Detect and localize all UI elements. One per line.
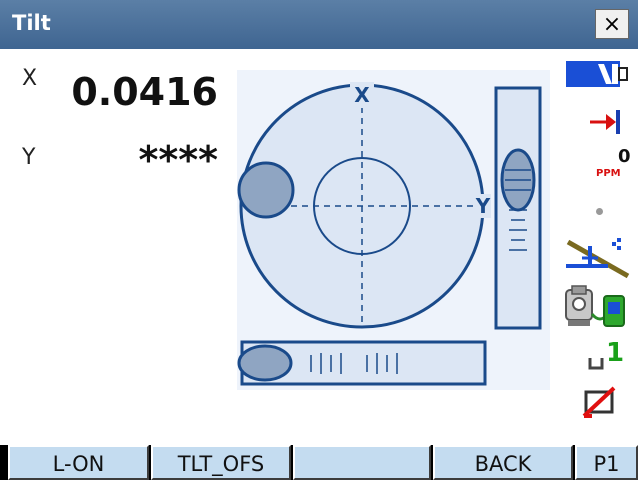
close-button[interactable]: × [595, 9, 629, 39]
softkey-back[interactable]: BACK [433, 445, 573, 480]
tilt-compensation-icon[interactable] [562, 236, 632, 280]
tilt-screen: Tilt × X 0.0416 Y **** X Y 0 PPM 1 L-ON … [0, 0, 638, 480]
circle-x-label: X [354, 83, 370, 107]
horizontal-bubble [237, 344, 293, 382]
x-axis-label: X [22, 66, 38, 91]
no-card-icon[interactable] [582, 386, 618, 420]
softkey-blank[interactable] [293, 445, 431, 480]
target-arrow-icon[interactable] [588, 107, 628, 137]
prism-constant-value: 1 [606, 338, 625, 368]
horizontal-vial [237, 340, 487, 386]
ppm-label: PPM [596, 168, 621, 179]
title-bar: Tilt × [0, 0, 638, 49]
ppm-value: 0 [618, 146, 631, 167]
prism-constant-icon[interactable]: 1 [588, 338, 632, 376]
dot-icon [596, 208, 603, 215]
instrument-connection-icon[interactable] [564, 284, 628, 330]
prism-bracket-icon [588, 358, 604, 370]
softkey-p1[interactable]: P1 [575, 445, 638, 480]
y-tilt-value: **** [138, 138, 219, 182]
close-icon: × [602, 11, 622, 37]
status-bar: 0 PPM 1 [556, 52, 638, 438]
window-title: Tilt [12, 11, 51, 35]
softkey-tlt-ofs[interactable]: TLT_OFS [151, 445, 291, 480]
softkey-l-on[interactable]: L-ON [8, 445, 149, 480]
y-axis-label: Y [22, 145, 36, 170]
x-tilt-value: 0.0416 [71, 70, 218, 114]
ppm-icon[interactable]: 0 PPM [594, 146, 634, 182]
circular-level: X Y [237, 82, 491, 329]
vertical-vial [494, 86, 542, 330]
battery-icon[interactable] [566, 60, 630, 88]
circular-bubble [237, 161, 295, 219]
tilt-level-graphic: X Y [237, 82, 542, 386]
circle-y-label: Y [475, 194, 491, 218]
